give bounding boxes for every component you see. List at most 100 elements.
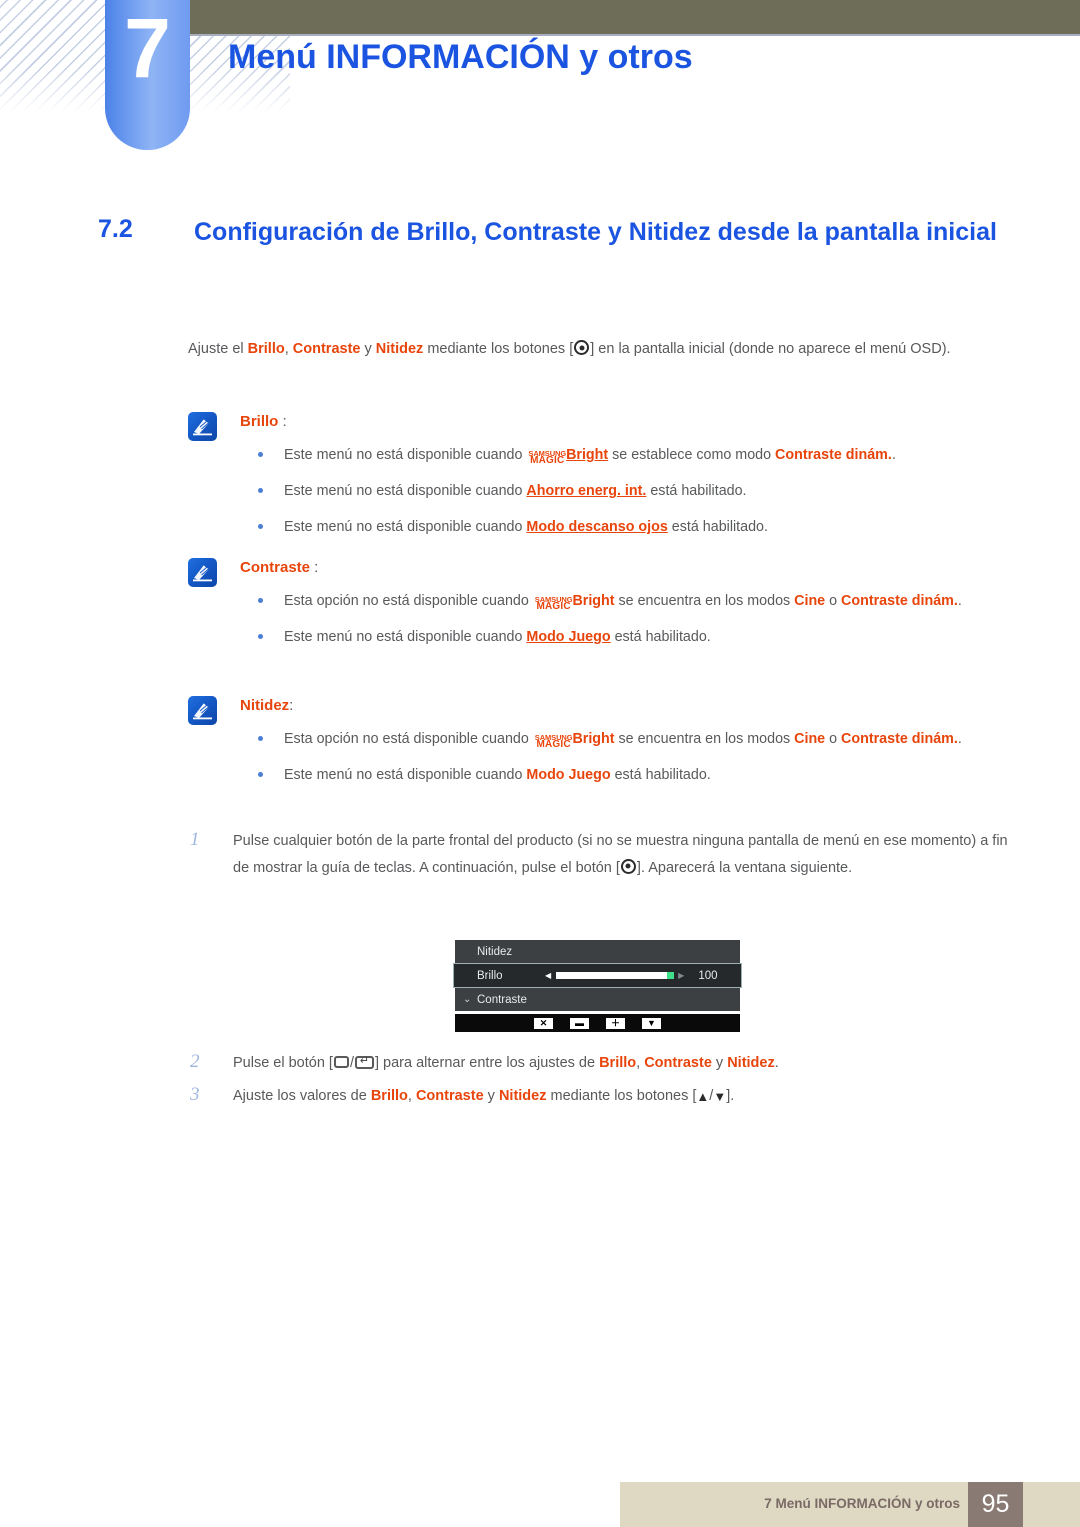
step-text-a: Pulse el botón [ (233, 1055, 333, 1071)
list-item: Esta opción no está disponible cuando SA… (240, 728, 1030, 750)
bullet-text-pre: Este menú no está disponible cuando (284, 483, 527, 500)
step-number: 3 (190, 1084, 200, 1105)
osd-key-guide-bar: ✕ ▬ ＋ ▼ (455, 1014, 740, 1032)
step-number: 2 (190, 1051, 200, 1072)
chapter-tab: 7 (105, 0, 190, 150)
note-title-colon: : (289, 697, 294, 714)
step-text-b: , (407, 1088, 416, 1104)
note-title-text: Brillo (240, 413, 279, 430)
step-text: Pulse el botón [/] para alternar entre l… (233, 1050, 1020, 1077)
bullet-text-post: . (957, 731, 962, 747)
footer-chapter-text: 7 Menú INFORMACIÓN y otros (764, 1496, 960, 1511)
term-nitidez: Nitidez (375, 341, 424, 357)
bullet-text-post: . (891, 447, 896, 463)
step-text-e: . (774, 1055, 779, 1071)
osd-row-contraste[interactable]: ⌄ Contraste (455, 988, 740, 1011)
brillo-slider[interactable] (556, 972, 675, 979)
list-item: Este menú no está disponible cuando Modo… (240, 764, 1030, 786)
term-contraste-dinam: Contraste dinám. (841, 593, 958, 609)
note-bullet-list-brillo: Este menú no está disponible cuando SAMS… (240, 444, 1030, 552)
bullet-text-pre: Este menú no está disponible cuando (284, 767, 527, 784)
chevron-down-icon: ⌄ (463, 993, 472, 1005)
bullet-text-mid2: o (825, 593, 842, 609)
term-brillo: Brillo (247, 341, 285, 357)
list-item: Este menú no está disponible cuando Modo… (240, 516, 1030, 538)
step-3: 3 Ajuste los valores de Brillo, Contrast… (190, 1083, 1020, 1110)
term-modo-juego: Modo Juego (526, 767, 611, 784)
term-contraste-dinam: Contraste dinám. (775, 447, 892, 463)
up-arrow-button-icon: ▲ (696, 1089, 710, 1104)
note-title-colon: : (310, 559, 319, 576)
bullet-text-post: está habilitado. (610, 629, 711, 646)
list-item: Este menú no está disponible cuando SAMS… (240, 444, 1030, 466)
step-text-a: Pulse cualquier botón de la parte fronta… (233, 833, 1008, 876)
section-heading: 7.2 Configuración de Brillo, Contraste y… (98, 215, 998, 249)
osd-row-label: Brillo (477, 969, 503, 982)
osd-panel: Nitidez Brillo ◀ ▶ 100 ⌄ Contraste (453, 940, 742, 1011)
section-number: 7.2 (98, 215, 133, 243)
minus-key-icon[interactable]: ▬ (570, 1017, 589, 1029)
note-title-nitidez: Nitidez: (240, 697, 293, 714)
return-button-icon (355, 1056, 374, 1069)
osd-menu-graphic: Nitidez Brillo ◀ ▶ 100 ⌄ Contraste ✕ ▬ ＋… (453, 940, 742, 1032)
close-key-icon[interactable]: ✕ (534, 1017, 553, 1029)
down-arrow-button-icon: ▼ (713, 1089, 727, 1104)
right-arrow-icon[interactable]: ▶ (678, 971, 684, 980)
chapter-number: 7 (124, 1, 171, 95)
bullet-text-mid: se establece como modo (608, 447, 776, 463)
term-ahorro-energ-int: Ahorro energ. int. (526, 483, 647, 500)
bullet-text-post: . (957, 593, 962, 609)
down-key-icon[interactable]: ▼ (642, 1017, 661, 1029)
osd-row-nitidez[interactable]: Nitidez (455, 940, 740, 963)
plus-key-icon[interactable]: ＋ (606, 1017, 625, 1029)
bullet-text-pre: Esta opción no está disponible cuando (284, 731, 533, 747)
brillo-value: 100 (698, 969, 718, 982)
samsung-magic-logo: SAMSUNG MAGIC (535, 733, 573, 750)
logo-magic: MAGIC (536, 739, 571, 750)
samsung-magic-logo: SAMSUNG MAGIC (535, 595, 573, 612)
bullet-text-pre: Este menú no está disponible cuando (284, 519, 527, 536)
step-text: Pulse cualquier botón de la parte fronta… (233, 828, 1020, 882)
bullet-text-pre: Este menú no está disponible cuando (284, 629, 527, 646)
term-brillo: Brillo (370, 1088, 408, 1104)
term-bright: Bright (566, 447, 609, 463)
list-item: Este menú no está disponible cuando Modo… (240, 626, 1030, 648)
enter-button-icon (574, 340, 590, 355)
term-modo-juego: Modo Juego (526, 629, 611, 646)
note-title-brillo: Brillo : (240, 413, 287, 430)
bullet-text-post: está habilitado. (610, 767, 711, 784)
osd-row-label: Contraste (477, 993, 527, 1006)
osd-row-label: Nitidez (477, 945, 513, 958)
term-contraste-dinam: Contraste dinám. (841, 731, 958, 747)
logo-magic: MAGIC (536, 601, 571, 612)
source-button-icon (333, 1056, 349, 1068)
term-brillo: Brillo (599, 1055, 637, 1071)
step-text-c: y (483, 1088, 499, 1104)
intro-text-5: ] en la pantalla inicial (donde no apare… (590, 341, 951, 357)
term-cine: Cine (794, 593, 826, 609)
term-bright: Bright (572, 731, 615, 747)
note-title-text: Contraste (240, 559, 311, 576)
step-text-c: , (636, 1055, 645, 1071)
term-contraste: Contraste (644, 1055, 712, 1071)
term-contraste: Contraste (415, 1088, 484, 1104)
list-item: Esta opción no está disponible cuando SA… (240, 590, 1030, 612)
slider-knob[interactable] (667, 972, 675, 979)
step-text-b: ]. Aparecerá la ventana siguiente. (636, 859, 853, 876)
note-pen-icon (188, 696, 217, 725)
term-nitidez: Nitidez (727, 1055, 775, 1071)
page-number: 95 (968, 1482, 1023, 1527)
note-bullet-list-nitidez: Esta opción no está disponible cuando SA… (240, 728, 1030, 800)
section-title: Configuración de Brillo, Contraste y Nit… (194, 218, 997, 246)
bullet-text-post: está habilitado. (667, 519, 768, 536)
logo-magic: MAGIC (530, 455, 565, 466)
note-title-contraste: Contraste : (240, 559, 318, 576)
left-arrow-icon[interactable]: ◀ (545, 971, 551, 980)
intro-paragraph: Ajuste el Brillo, Contraste y Nitidez me… (188, 336, 1003, 363)
osd-row-brillo[interactable]: Brillo ◀ ▶ 100 (453, 963, 742, 988)
note-bullet-list-contraste: Esta opción no está disponible cuando SA… (240, 590, 1030, 662)
step-number: 1 (190, 829, 200, 850)
enter-button-icon (620, 858, 636, 874)
header-olive-bar (190, 0, 1080, 36)
page-footer: 7 Menú INFORMACIÓN y otros 95 (0, 1482, 1080, 1527)
